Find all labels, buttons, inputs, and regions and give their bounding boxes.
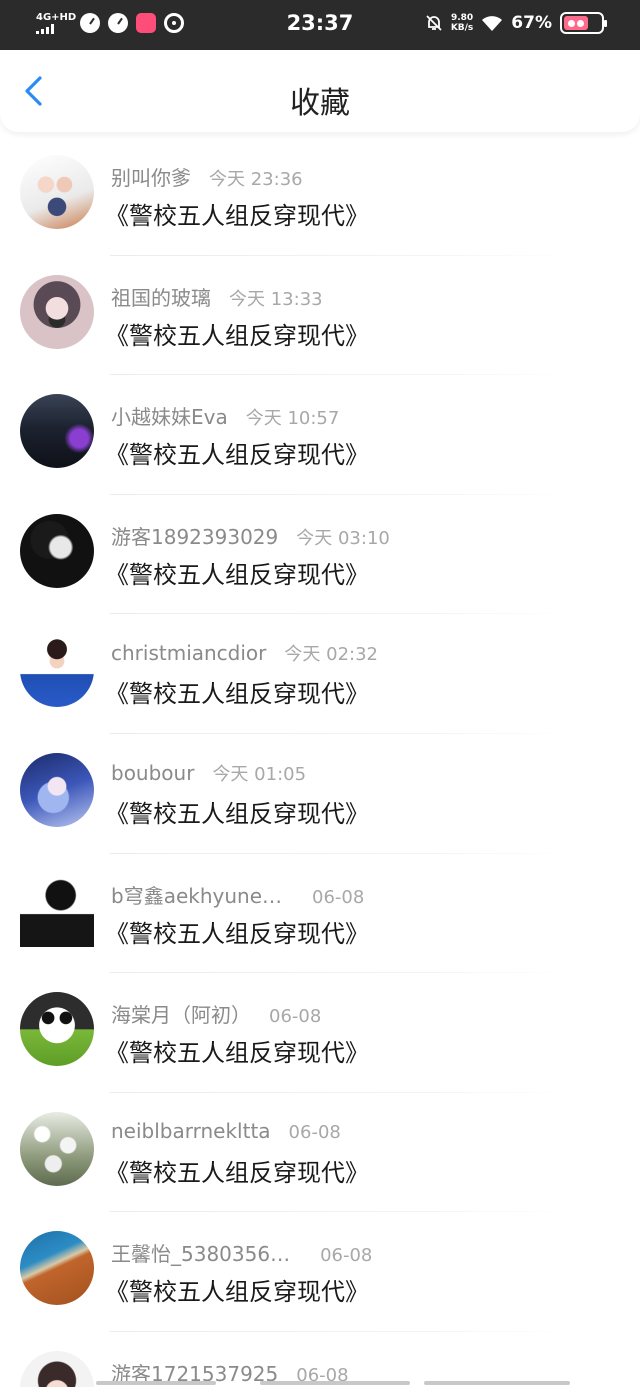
list-item[interactable]: b穹鑫aekhyune… 06-08 《警校五人组反穿现代》 [0, 854, 640, 974]
home-indicator [260, 1381, 410, 1385]
avatar[interactable] [20, 1350, 94, 1387]
timestamp: 今天 02:32 [284, 644, 378, 666]
book-title[interactable]: 《警校五人组反穿现代》 [105, 316, 369, 351]
timestamp: 今天 13:33 [229, 288, 323, 310]
nav-bar: 收藏 [0, 50, 640, 132]
avatar[interactable] [20, 1111, 94, 1186]
item-meta: boubour 今天 01:05 [111, 760, 306, 786]
avatar[interactable] [20, 394, 94, 469]
net-speed: 9.80 KB/s [451, 13, 473, 33]
avatar[interactable] [20, 992, 94, 1067]
item-meta: neiblbarrnekltta 06-08 [111, 1119, 341, 1143]
username[interactable]: neiblbarrnekltta [111, 1119, 271, 1143]
battery-icon [560, 12, 607, 34]
timestamp: 今天 03:10 [296, 527, 390, 549]
username[interactable]: boubour [111, 761, 194, 785]
home-indicator [424, 1381, 570, 1385]
avatar[interactable] [20, 513, 94, 588]
item-meta: 祖国的玻璃 今天 13:33 [111, 282, 323, 311]
avatar[interactable] [20, 752, 94, 827]
book-title[interactable]: 《警校五人组反穿现代》 [105, 435, 369, 470]
book-title[interactable]: 《警校五人组反穿现代》 [105, 914, 369, 949]
book-title[interactable]: 《警校五人组反穿现代》 [105, 674, 369, 709]
item-meta: christmiancdior 今天 02:32 [111, 640, 378, 666]
book-title[interactable]: 《警校五人组反穿现代》 [105, 794, 369, 829]
username[interactable]: 别叫你爹 [111, 162, 191, 191]
item-meta: 小越妹妹Eva 今天 10:57 [111, 401, 339, 430]
username[interactable]: christmiancdior [111, 641, 266, 665]
list-item[interactable]: 小越妹妹Eva 今天 10:57 《警校五人组反穿现代》 [0, 375, 640, 495]
list-item[interactable]: 别叫你爹 今天 23:36 《警校五人组反穿现代》 [0, 136, 640, 256]
username[interactable]: 小越妹妹Eva [111, 401, 228, 430]
list-item[interactable]: 祖国的玻璃 今天 13:33 《警校五人组反穿现代》 [0, 256, 640, 376]
net-speed-unit: KB/s [450, 23, 474, 33]
book-title[interactable]: 《警校五人组反穿现代》 [105, 1153, 369, 1188]
timestamp: 06-08 [288, 1121, 341, 1143]
avatar[interactable] [20, 155, 94, 229]
list-item[interactable]: 海棠月（阿初） 06-08 《警校五人组反穿现代》 [0, 973, 640, 1093]
list-item[interactable]: neiblbarrnekltta 06-08 《警校五人组反穿现代》 [0, 1093, 640, 1213]
home-indicator [96, 1381, 216, 1385]
item-meta: 海棠月（阿初） 06-08 [111, 999, 321, 1028]
net-speed-value: 9.80 [450, 13, 474, 23]
list-item[interactable]: 游客1721537925 06-08 [0, 1332, 640, 1387]
battery-percent: 67% [511, 13, 552, 33]
timestamp: 今天 01:05 [212, 763, 307, 785]
list-item[interactable]: boubour 今天 01:05 《警校五人组反穿现代》 [0, 734, 640, 854]
book-title[interactable]: 《警校五人组反穿现代》 [105, 555, 369, 590]
avatar[interactable] [20, 633, 94, 708]
timestamp: 06-08 [269, 1006, 322, 1028]
favorites-list: 别叫你爹 今天 23:36 《警校五人组反穿现代》 祖国的玻璃 今天 13:33… [0, 136, 640, 1387]
item-meta: 王馨怡_5380356… 06-08 [111, 1238, 372, 1267]
bell-off-icon [426, 15, 442, 31]
list-item[interactable]: christmiancdior 今天 02:32 《警校五人组反穿现代》 [0, 614, 640, 734]
book-title[interactable]: 《警校五人组反穿现代》 [105, 1272, 369, 1307]
item-meta: b穹鑫aekhyune… 06-08 [111, 880, 364, 909]
page-title: 收藏 [290, 86, 350, 121]
timestamp: 06-08 [320, 1245, 373, 1267]
username[interactable]: b穹鑫aekhyune… [111, 880, 282, 909]
timestamp: 06-08 [312, 886, 365, 908]
avatar[interactable] [20, 1231, 94, 1306]
wifi-icon [482, 16, 503, 31]
book-title[interactable]: 《警校五人组反穿现代》 [105, 196, 369, 231]
timestamp: 今天 10:57 [245, 408, 340, 430]
book-title[interactable]: 《警校五人组反穿现代》 [105, 1033, 369, 1068]
username[interactable]: 游客1892393029 [111, 521, 278, 550]
list-item[interactable]: 游客1892393029 今天 03:10 《警校五人组反穿现代》 [0, 495, 640, 615]
timestamp: 今天 23:36 [209, 169, 303, 190]
status-bar: 4G+HD 23:37 9.80 KB/s 67% [0, 0, 640, 50]
avatar[interactable] [20, 274, 94, 349]
username[interactable]: 海棠月（阿初） [111, 999, 251, 1028]
item-meta: 游客1892393029 今天 03:10 [111, 521, 390, 550]
status-right: 9.80 KB/s 67% [425, 12, 607, 34]
username[interactable]: 王馨怡_5380356… [111, 1238, 290, 1267]
item-meta: 别叫你爹 今天 23:36 [111, 162, 303, 191]
list-item[interactable]: 王馨怡_5380356… 06-08 《警校五人组反穿现代》 [0, 1212, 640, 1332]
username[interactable]: 祖国的玻璃 [111, 282, 211, 311]
avatar[interactable] [20, 872, 94, 947]
